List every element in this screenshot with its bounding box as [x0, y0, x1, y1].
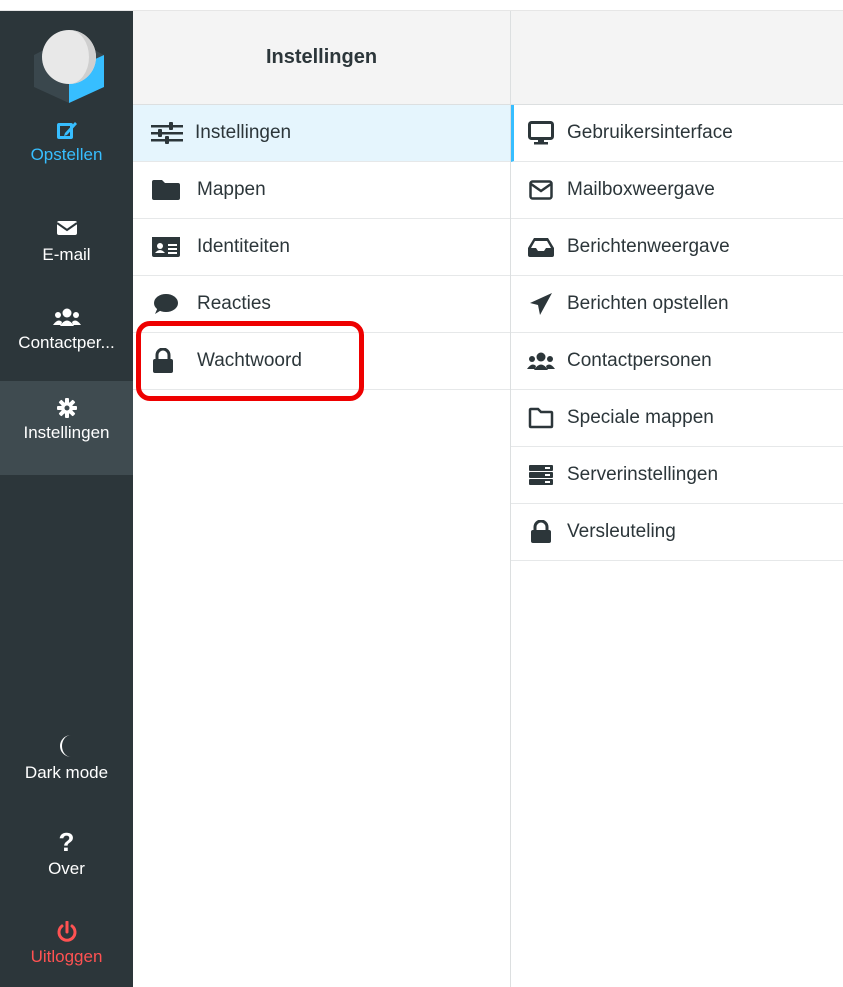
lock-icon [151, 348, 187, 373]
nav-label: Over [48, 859, 85, 878]
section-label: Instellingen [195, 122, 292, 143]
pref-server-settings[interactable]: Serverinstellingen [511, 447, 843, 504]
pref-label: Gebruikersinterface [567, 122, 733, 143]
nav-settings[interactable]: Instellingen [0, 381, 133, 475]
desktop-icon [527, 121, 555, 145]
nav-label: Instellingen [23, 423, 110, 442]
pref-label: Speciale mappen [567, 407, 714, 428]
nav-dark-mode[interactable]: Dark mode [0, 733, 133, 783]
section-password[interactable]: Wachtwoord [133, 333, 510, 390]
pref-label: Berichtenweergave [567, 236, 730, 257]
inbox-icon [527, 235, 555, 259]
sidebar-nav: Opstellen E-mail Contactper... Instellin… [0, 11, 133, 987]
paper-plane-icon [527, 292, 555, 316]
pref-encryption[interactable]: Versleuteling [511, 504, 843, 561]
pref-message-view[interactable]: Berichtenweergave [511, 219, 843, 276]
pref-contacts[interactable]: Contactpersonen [511, 333, 843, 390]
preferences-panel: Gebruikersinterface Mailboxweergave Beri… [511, 11, 843, 987]
panel-header [511, 11, 843, 105]
nav-about[interactable]: ? Over [0, 829, 133, 879]
envelope-outline-icon [527, 178, 555, 202]
section-settings[interactable]: Instellingen [133, 105, 510, 162]
section-responses[interactable]: Reacties [133, 276, 510, 333]
folder-icon [151, 178, 187, 202]
folder-outline-icon [527, 406, 555, 430]
pref-mailbox-view[interactable]: Mailboxweergave [511, 162, 843, 219]
question-icon: ? [58, 827, 75, 857]
top-strip [0, 0, 843, 11]
section-label: Identiteiten [197, 236, 290, 257]
nav-email[interactable]: E-mail [0, 219, 133, 265]
server-icon [527, 463, 555, 487]
power-icon [0, 921, 133, 943]
pref-label: Contactpersonen [567, 350, 712, 371]
pref-compose-messages[interactable]: Berichten opstellen [511, 276, 843, 333]
envelope-icon [0, 219, 133, 241]
pref-label: Versleuteling [567, 521, 676, 542]
settings-sections-panel: Instellingen Instellingen Mappen Identit… [133, 11, 511, 987]
users-icon [527, 349, 555, 373]
app-logo [28, 21, 110, 103]
pref-user-interface[interactable]: Gebruikersinterface [511, 105, 843, 162]
panel-title: Instellingen [133, 11, 510, 105]
nav-label: Uitloggen [30, 947, 103, 966]
section-label: Reacties [197, 293, 271, 314]
comment-icon [151, 292, 187, 316]
id-card-icon [151, 235, 187, 259]
section-label: Mappen [197, 179, 266, 200]
nav-label: Dark mode [24, 763, 109, 782]
nav-label: Opstellen [30, 145, 103, 164]
pref-label: Berichten opstellen [567, 293, 729, 314]
sliders-icon [151, 121, 187, 145]
nav-label: Contactper... [18, 333, 115, 352]
gear-icon [0, 397, 133, 419]
pref-label: Serverinstellingen [567, 464, 719, 485]
nav-compose[interactable]: Opstellen [0, 119, 133, 165]
compose-icon [0, 119, 133, 141]
users-icon [0, 307, 133, 329]
section-label: Wachtwoord [197, 350, 302, 371]
pref-special-folders[interactable]: Speciale mappen [511, 390, 843, 447]
section-folders[interactable]: Mappen [133, 162, 510, 219]
section-identities[interactable]: Identiteiten [133, 219, 510, 276]
moon-icon [0, 733, 133, 759]
nav-contacts[interactable]: Contactper... [0, 307, 133, 353]
nav-label: E-mail [42, 245, 91, 264]
nav-logout[interactable]: Uitloggen [0, 921, 133, 967]
lock-icon [527, 520, 555, 544]
pref-label: Mailboxweergave [567, 179, 715, 200]
